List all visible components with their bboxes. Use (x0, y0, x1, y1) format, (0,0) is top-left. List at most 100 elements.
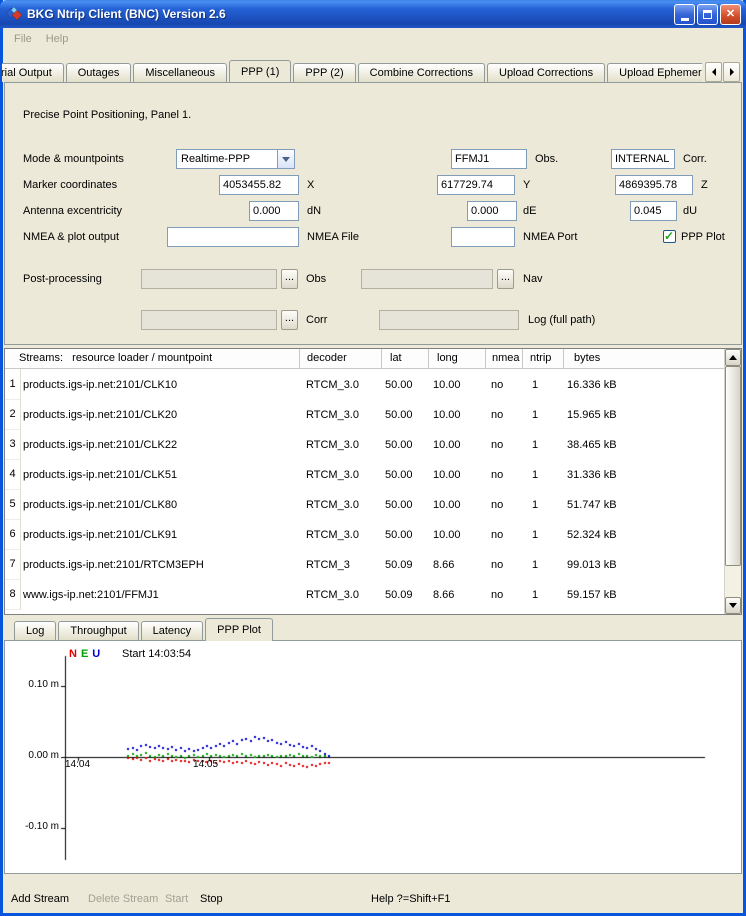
statusbar-add-stream[interactable]: Add Stream (11, 886, 69, 913)
menu-help[interactable]: Help (39, 30, 76, 48)
tab-ppp-1[interactable]: PPP (1) (229, 60, 291, 82)
cell-decoder: RTCM_3.0 (299, 529, 381, 541)
statusbar-stop[interactable]: Stop (200, 886, 223, 913)
cell-ntrip: 1 (522, 439, 563, 451)
scroll-up-button[interactable] (725, 349, 741, 366)
marker-x-field[interactable] (219, 175, 299, 195)
corr-label: Corr. (683, 149, 707, 169)
obs-label: Obs. (535, 149, 558, 169)
tab-outages[interactable]: Outages (66, 63, 132, 82)
cell-bytes: 52.324 kB (563, 529, 724, 541)
post-obs-label: Obs (306, 269, 326, 289)
nmea-file-field[interactable] (167, 227, 299, 247)
dn-label: dN (307, 201, 321, 221)
cell-ntrip: 1 (522, 589, 563, 601)
obs-mountpoint-field[interactable] (451, 149, 527, 169)
cell-bytes: 38.465 kB (563, 439, 724, 451)
cell-lat: 50.00 (381, 499, 428, 511)
table-row[interactable]: 2products.igs-ip.net:2101/CLK20RTCM_3.05… (5, 399, 724, 429)
post-nav-browse-button[interactable]: ... (497, 269, 514, 289)
plot-tab-latency[interactable]: Latency (141, 621, 204, 640)
cell-long: 10.00 (428, 409, 485, 421)
cell-bytes: 16.336 kB (563, 379, 724, 391)
cell-mountpoint: products.igs-ip.net:2101/RTCM3EPH (21, 559, 299, 571)
cell-mountpoint: products.igs-ip.net:2101/CLK20 (21, 409, 299, 421)
plot-tab-ppp-plot[interactable]: PPP Plot (205, 618, 273, 641)
chevron-down-icon (282, 157, 290, 166)
tab-rial-output[interactable]: rial Output (2, 63, 64, 82)
cell-ntrip: 1 (522, 559, 563, 571)
antenna-du-field[interactable] (630, 201, 677, 221)
mode-combobox[interactable]: Realtime-PPP (176, 149, 295, 169)
antenna-label: Antenna excentricity (23, 201, 122, 221)
antenna-de-field[interactable] (467, 201, 517, 221)
post-corr-browse-button[interactable]: ... (281, 310, 298, 330)
tab-scroll-left-button[interactable] (705, 62, 722, 82)
streams-table-header: Streams: resource loader / mountpoint de… (5, 349, 724, 369)
table-row[interactable]: 6products.igs-ip.net:2101/CLK91RTCM_3.05… (5, 519, 724, 549)
y-tick-label-top: 0.10 m (7, 679, 59, 690)
tab-scroll-right-button[interactable] (723, 62, 740, 82)
table-row[interactable]: 5products.igs-ip.net:2101/CLK80RTCM_3.05… (5, 489, 724, 519)
maximize-button[interactable] (697, 4, 718, 25)
cell-num: 5 (5, 489, 21, 520)
cell-mountpoint: products.igs-ip.net:2101/CLK51 (21, 469, 299, 481)
table-row[interactable]: 3products.igs-ip.net:2101/CLK22RTCM_3.05… (5, 429, 724, 459)
table-row[interactable]: 4products.igs-ip.net:2101/CLK51RTCM_3.05… (5, 459, 724, 489)
cell-num: 7 (5, 549, 21, 580)
table-row[interactable]: 1products.igs-ip.net:2101/CLK10RTCM_3.05… (5, 369, 724, 399)
plot-tab-throughput[interactable]: Throughput (58, 621, 138, 640)
cell-decoder: RTCM_3.0 (299, 379, 381, 391)
mode-combobox-value: Realtime-PPP (177, 150, 277, 168)
cell-long: 10.00 (428, 499, 485, 511)
cell-long: 8.66 (428, 559, 485, 571)
tab-upload-corrections[interactable]: Upload Corrections (487, 63, 605, 82)
table-row[interactable]: 8www.igs-ip.net:2101/FFMJ1RTCM_3.050.098… (5, 579, 724, 609)
panel-heading: Precise Point Positioning, Panel 1. (23, 105, 191, 125)
corr-mountpoint-field[interactable] (611, 149, 675, 169)
cell-mountpoint: products.igs-ip.net:2101/CLK22 (21, 439, 299, 451)
x-label: X (307, 175, 314, 195)
tab-upload-ephemeris[interactable]: Upload Ephemeris (607, 63, 702, 82)
cell-nmea: no (485, 409, 522, 421)
table-row[interactable]: 7products.igs-ip.net:2101/RTCM3EPHRTCM_3… (5, 549, 724, 579)
minimize-button[interactable] (674, 4, 695, 25)
tab-combine-corrections[interactable]: Combine Corrections (358, 63, 485, 82)
marker-y-field[interactable] (437, 175, 515, 195)
statusbar-help-shift-f1[interactable]: Help ?=Shift+F1 (371, 886, 451, 913)
antenna-dn-field[interactable] (249, 201, 299, 221)
combo-dropdown-button[interactable] (277, 150, 294, 168)
menu-file[interactable]: File (7, 30, 39, 48)
cell-lat: 50.00 (381, 439, 428, 451)
cell-bytes: 15.965 kB (563, 409, 724, 421)
cell-bytes: 99.013 kB (563, 559, 724, 571)
cell-decoder: RTCM_3.0 (299, 499, 381, 511)
tab-ppp-2[interactable]: PPP (2) (293, 63, 355, 82)
header-lat: lat (381, 349, 428, 368)
post-obs-field (141, 269, 277, 289)
cell-lat: 50.00 (381, 469, 428, 481)
plot-tab-bar: LogThroughputLatencyPPP Plot (14, 617, 275, 640)
close-button[interactable]: ✕ (720, 4, 741, 25)
scrollbar-thumb[interactable] (725, 366, 741, 566)
cell-decoder: RTCM_3.0 (299, 439, 381, 451)
cell-ntrip: 1 (522, 529, 563, 541)
post-corr-label: Corr (306, 310, 327, 330)
streams-table-body: 1products.igs-ip.net:2101/CLK10RTCM_3.05… (5, 369, 724, 609)
title-bar: BKG Ntrip Client (BNC) Version 2.6 ✕ (0, 0, 746, 28)
chevron-left-icon (708, 68, 716, 76)
post-obs-browse-button[interactable]: ... (281, 269, 298, 289)
cell-nmea: no (485, 529, 522, 541)
arrow-up-icon (729, 351, 737, 360)
plot-tab-log[interactable]: Log (14, 621, 56, 640)
cell-long: 10.00 (428, 469, 485, 481)
cell-bytes: 59.157 kB (563, 589, 724, 601)
cell-ntrip: 1 (522, 469, 563, 481)
scroll-down-button[interactable] (725, 597, 741, 614)
marker-z-field[interactable] (615, 175, 693, 195)
nmea-port-field[interactable] (451, 227, 515, 247)
table-scrollbar[interactable] (724, 349, 741, 614)
tab-miscellaneous[interactable]: Miscellaneous (133, 63, 227, 82)
ppp-plot-checkbox[interactable] (663, 230, 676, 243)
streams-table: Streams: resource loader / mountpoint de… (4, 348, 742, 615)
